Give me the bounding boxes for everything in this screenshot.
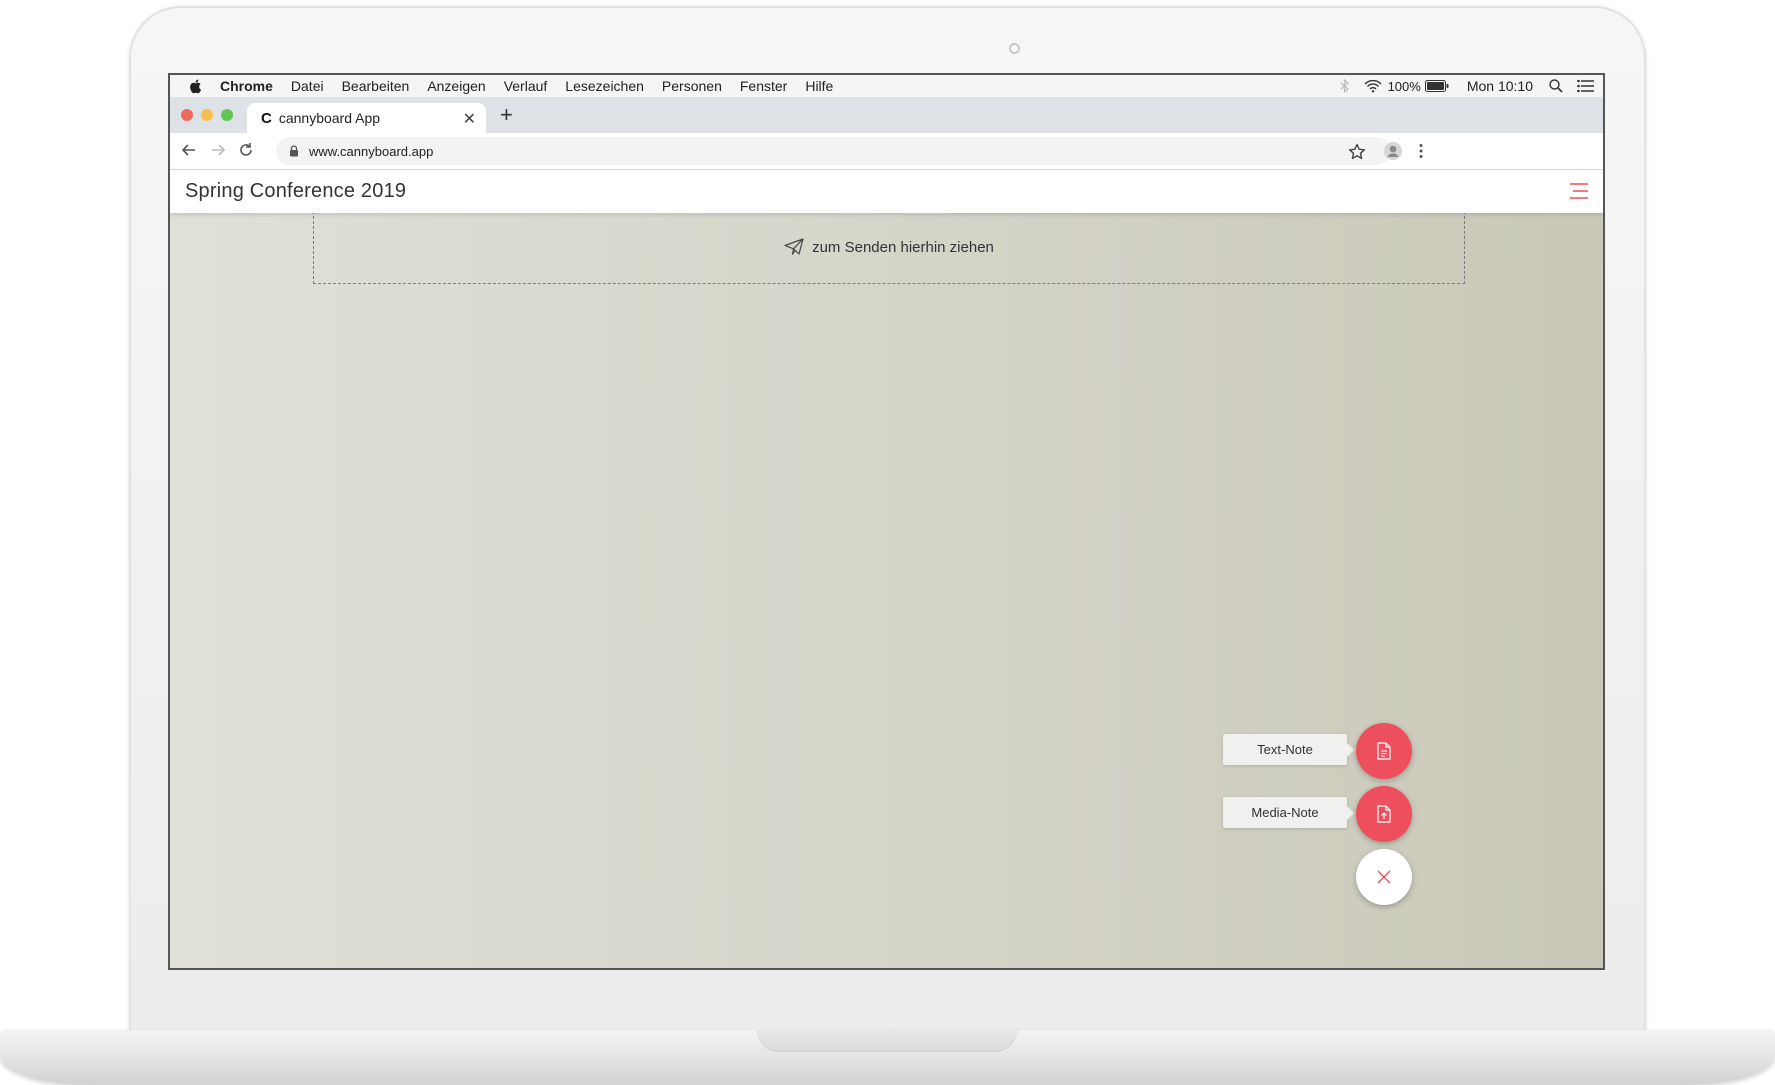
wifi-icon[interactable] bbox=[1364, 79, 1382, 93]
page-title: Spring Conference 2019 bbox=[185, 180, 407, 202]
menu-anzeigen[interactable]: Anzeigen bbox=[427, 78, 485, 94]
paper-plane-icon bbox=[784, 238, 804, 255]
bluetooth-icon[interactable] bbox=[1340, 79, 1350, 93]
close-icon bbox=[1377, 870, 1391, 884]
apple-icon[interactable] bbox=[188, 78, 204, 94]
tab-title: cannyboard App bbox=[278, 110, 381, 126]
more-options-icon[interactable] bbox=[1411, 141, 1431, 161]
media-note-label[interactable]: Media-Note bbox=[1223, 797, 1354, 828]
address-bar[interactable]: www.cannyboard.app bbox=[276, 137, 1391, 165]
text-note-button[interactable] bbox=[1356, 723, 1412, 779]
forward-arrow-icon[interactable] bbox=[209, 141, 227, 159]
menu-app-name[interactable]: Chrome bbox=[220, 78, 273, 94]
app-header: Spring Conference 2019 bbox=[170, 170, 1603, 213]
menu-personen[interactable]: Personen bbox=[662, 78, 722, 94]
document-text-icon bbox=[1377, 742, 1391, 760]
browser-tabstrip: C cannyboard App ✕ + bbox=[170, 97, 1603, 133]
browser-tab-active[interactable]: C cannyboard App ✕ bbox=[247, 103, 486, 133]
text-note-label[interactable]: Text-Note bbox=[1223, 734, 1354, 765]
bookmark-star-icon[interactable] bbox=[1347, 142, 1367, 162]
battery-percent: 100% bbox=[1387, 78, 1421, 94]
cannyboard-favicon-icon: C bbox=[261, 109, 272, 127]
close-window-button[interactable] bbox=[181, 109, 193, 121]
board-canvas[interactable]: zum Senden hierhin ziehen Text-Note Medi… bbox=[170, 211, 1603, 968]
dropzone-label: zum Senden hierhin ziehen bbox=[812, 238, 994, 256]
camera bbox=[1009, 43, 1020, 54]
menu-fenster[interactable]: Fenster bbox=[740, 78, 787, 94]
back-arrow-icon[interactable] bbox=[180, 141, 198, 159]
menubar-status: 100% Mon 10:10 bbox=[1326, 75, 1595, 97]
document-upload-icon bbox=[1377, 805, 1391, 823]
media-note-button[interactable] bbox=[1356, 786, 1412, 842]
hamburger-menu-icon[interactable] bbox=[1569, 182, 1589, 200]
url-text[interactable]: www.cannyboard.app bbox=[309, 144, 433, 159]
menu-hilfe[interactable]: Hilfe bbox=[805, 78, 833, 94]
minimize-window-button[interactable] bbox=[201, 109, 213, 121]
window-controls bbox=[181, 109, 241, 121]
battery-icon[interactable] bbox=[1424, 80, 1449, 92]
profile-avatar-icon[interactable] bbox=[1383, 141, 1403, 161]
lock-icon bbox=[290, 145, 298, 157]
laptop-notch bbox=[757, 1030, 1017, 1052]
spotlight-search-icon[interactable] bbox=[1549, 79, 1563, 93]
new-tab-button[interactable]: + bbox=[500, 102, 513, 128]
zoom-window-button[interactable] bbox=[221, 109, 233, 121]
menu-verlauf[interactable]: Verlauf bbox=[504, 78, 548, 94]
notification-center-icon[interactable] bbox=[1577, 79, 1595, 93]
reload-icon[interactable] bbox=[237, 141, 255, 159]
browser-toolbar: www.cannyboard.app bbox=[170, 133, 1603, 170]
clock[interactable]: Mon 10:10 bbox=[1467, 78, 1533, 94]
menu-bearbeiten[interactable]: Bearbeiten bbox=[342, 78, 410, 94]
macos-menubar: Chrome Datei Bearbeiten Anzeigen Verlauf… bbox=[170, 75, 1603, 97]
send-dropzone[interactable]: zum Senden hierhin ziehen bbox=[313, 211, 1465, 284]
close-fab-button[interactable] bbox=[1356, 849, 1412, 905]
menu-lesezeichen[interactable]: Lesezeichen bbox=[565, 78, 644, 94]
close-tab-icon[interactable]: ✕ bbox=[463, 109, 476, 129]
screen: Chrome Datei Bearbeiten Anzeigen Verlauf… bbox=[168, 73, 1605, 970]
menu-datei[interactable]: Datei bbox=[291, 78, 324, 94]
